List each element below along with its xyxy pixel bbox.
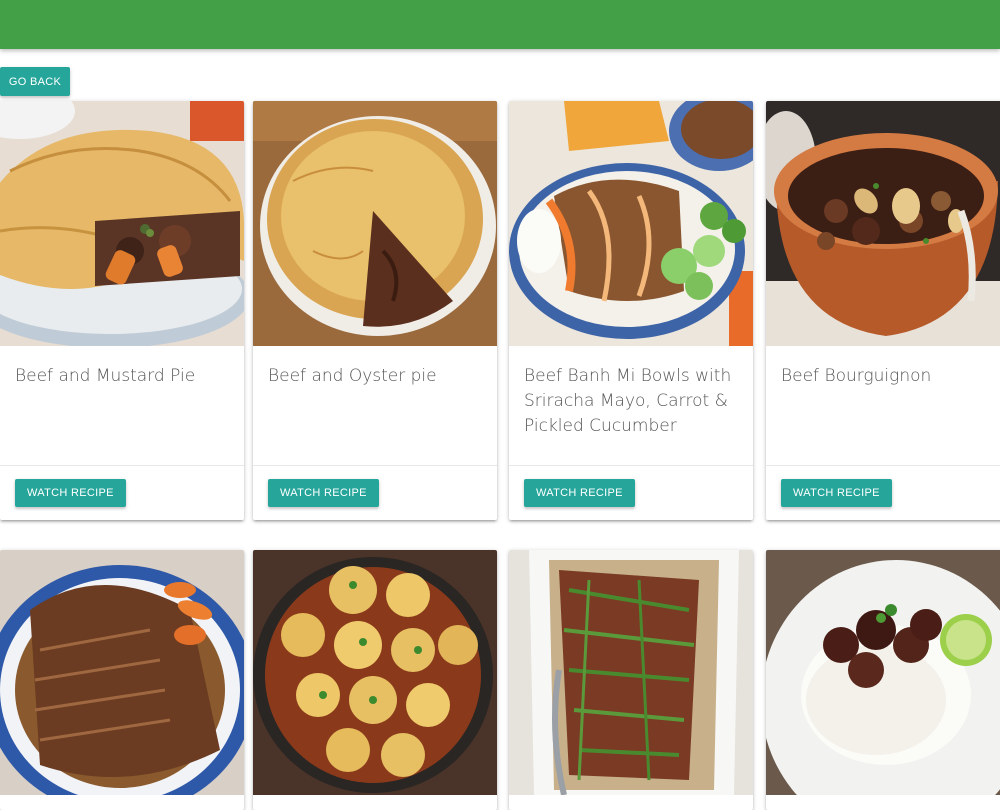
recipe-card [253,550,497,810]
recipe-card-action: WATCH RECIPE [509,466,753,520]
recipe-card [0,550,244,810]
recipe-card: Beef Bourguignon WATCH RECIPE [766,101,1000,520]
watch-recipe-button[interactable]: WATCH RECIPE [781,479,892,507]
recipe-card-action: WATCH RECIPE [253,466,497,520]
recipe-image-dumpling-stew[interactable] [253,550,497,795]
watch-recipe-button[interactable]: WATCH RECIPE [524,479,635,507]
recipe-title: Beef and Mustard Pie [15,366,196,386]
recipe-image-meat-pie[interactable] [0,101,244,346]
recipe-title: Beef Bourguignon [781,366,932,386]
recipe-card: Beef and Oyster pie WATCH RECIPE [253,101,497,520]
recipe-image-oyster-pie[interactable] [253,101,497,346]
go-back-button[interactable]: GO BACK [0,67,70,96]
recipe-card [766,550,1000,810]
recipe-image-beef-rice-lime[interactable] [766,550,1000,795]
recipe-title: Beef and Oyster pie [268,366,437,386]
recipe-card-content: Beef Bourguignon [766,346,1000,466]
watch-recipe-button[interactable]: WATCH RECIPE [268,479,379,507]
top-app-bar [0,0,1000,49]
recipe-image-brisket-platter[interactable] [0,550,244,795]
recipe-card-content: Beef and Mustard Pie [0,346,244,466]
recipe-image-beef-green-beans[interactable] [509,550,753,795]
watch-recipe-button[interactable]: WATCH RECIPE [15,479,126,507]
recipe-image-bourguignon[interactable] [766,101,1000,346]
recipe-image-banh-mi-bowl[interactable] [509,101,753,346]
recipe-card-content: Beef Banh Mi Bowls with Sriracha Mayo, C… [509,346,753,466]
recipe-title: Beef Banh Mi Bowls with Sriracha Mayo, C… [524,366,732,436]
recipe-card-action: WATCH RECIPE [766,466,1000,520]
recipe-card [509,550,753,810]
recipe-card: Beef and Mustard Pie WATCH RECIPE [0,101,244,520]
recipe-card: Beef Banh Mi Bowls with Sriracha Mayo, C… [509,101,753,520]
recipe-card-action: WATCH RECIPE [0,466,244,520]
recipe-card-content: Beef and Oyster pie [253,346,497,466]
